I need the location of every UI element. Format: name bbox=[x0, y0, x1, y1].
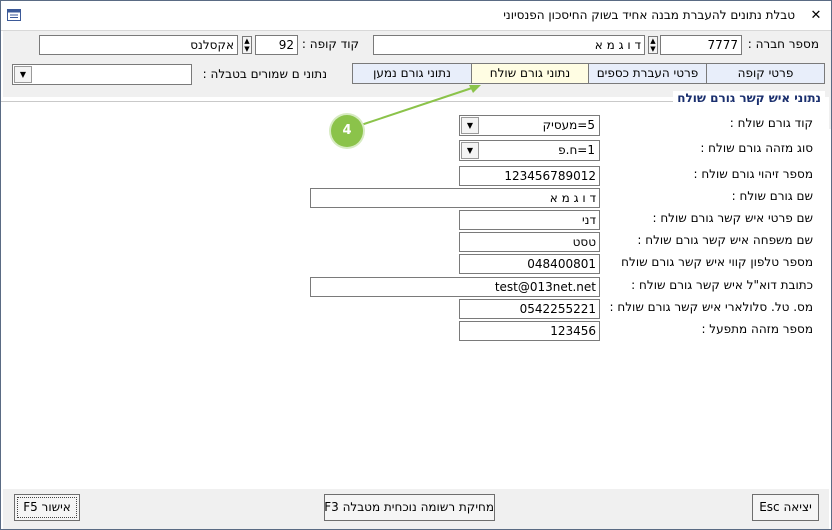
title-bar: טבלת נתונים להעברת מבנה אחיד בשוק החיסכו… bbox=[1, 1, 831, 31]
step-badge: 4 bbox=[331, 115, 363, 147]
company-number-label: מספר חברה : bbox=[747, 37, 819, 51]
tab-sender-data[interactable]: נתוני גורם שולח bbox=[471, 63, 589, 84]
contact-last-name-label: שם משפחה איש קשר גורם שולח : bbox=[637, 233, 813, 247]
saved-data-label: נתוני ם שמורים בטבלה : bbox=[202, 67, 327, 81]
chevron-down-icon[interactable]: ▼ bbox=[461, 142, 479, 159]
tab-transfer-details[interactable]: פרטי העברת כספים bbox=[588, 63, 707, 84]
saved-data-select[interactable]: ▼ bbox=[12, 64, 192, 85]
contact-first-name-field[interactable]: דני bbox=[459, 210, 600, 230]
contact-email-label: כתובת דוא"ל איש קשר גורם שולח : bbox=[631, 278, 813, 292]
contact-mobile-label: מס. טל. סלולארי איש קשר גורם שולח : bbox=[609, 300, 813, 314]
sender-code-select[interactable]: ▼ 5=מעסיק bbox=[459, 115, 600, 136]
tab-recipient-data[interactable]: נתוני גורם נמען bbox=[352, 63, 472, 84]
window-title: טבלת נתונים להעברת מבנה אחיד בשוק החיסכו… bbox=[503, 8, 795, 22]
sender-name-label: שם גורם שולח : bbox=[731, 189, 813, 203]
exit-button[interactable]: יציאה Esc bbox=[752, 494, 819, 521]
contact-phone-label: מספר טלפון קווי איש קשר גורם שולח bbox=[621, 255, 813, 269]
id-number-label: מספר זיהוי גורם שולח : bbox=[693, 167, 813, 181]
identifier-type-label: סוג מזהה גורם שולח : bbox=[700, 141, 813, 155]
contact-phone-field[interactable]: 048400801 bbox=[459, 254, 600, 274]
close-icon[interactable]: ✕ bbox=[805, 7, 827, 25]
app-window: טבלת נתונים להעברת מבנה אחיד בשוק החיסכו… bbox=[0, 0, 832, 530]
operator-id-label: מספר מזהה מתפעל : bbox=[701, 322, 813, 336]
chevron-down-icon[interactable]: ▼ bbox=[461, 117, 479, 134]
app-icon bbox=[7, 9, 21, 21]
identifier-type-select[interactable]: ▼ 1=ח.פ bbox=[459, 140, 600, 161]
company-spinner[interactable]: ▲ ▼ bbox=[648, 36, 658, 54]
fund-code-label: קוד קופה : bbox=[301, 37, 359, 51]
contact-mobile-field[interactable]: 0542255221 bbox=[459, 299, 600, 319]
section-title: נתוני איש קשר גורם שולח bbox=[673, 91, 825, 105]
id-number-field[interactable]: 123456789012 bbox=[459, 166, 600, 186]
sender-name-field[interactable]: ד ו ג מ א bbox=[310, 188, 600, 208]
fund-name-field: אקסלנס bbox=[39, 35, 238, 55]
chevron-down-icon[interactable]: ▼ bbox=[14, 66, 32, 83]
tab-fund-details[interactable]: פרטי קופה bbox=[706, 63, 825, 84]
operator-id-field[interactable]: 123456 bbox=[459, 321, 600, 341]
contact-last-name-field[interactable]: טסט bbox=[459, 232, 600, 252]
company-number-field[interactable]: 7777 bbox=[660, 35, 742, 55]
contact-first-name-label: שם פרטי איש קשר גורם שולח : bbox=[652, 211, 813, 225]
sender-code-label: קוד גורם שולח : bbox=[729, 116, 813, 130]
contact-email-field[interactable]: test@013net.net bbox=[310, 277, 600, 297]
confirm-button[interactable]: אישור F5 bbox=[14, 494, 80, 521]
fund-spinner[interactable]: ▲ ▼ bbox=[242, 36, 252, 54]
company-name-field: ד ו ג מ א bbox=[373, 35, 645, 55]
delete-record-button[interactable]: מחיקת רשומה נוכחית מטבלה F3 bbox=[324, 494, 495, 521]
fund-code-field[interactable]: 92 bbox=[255, 35, 298, 55]
